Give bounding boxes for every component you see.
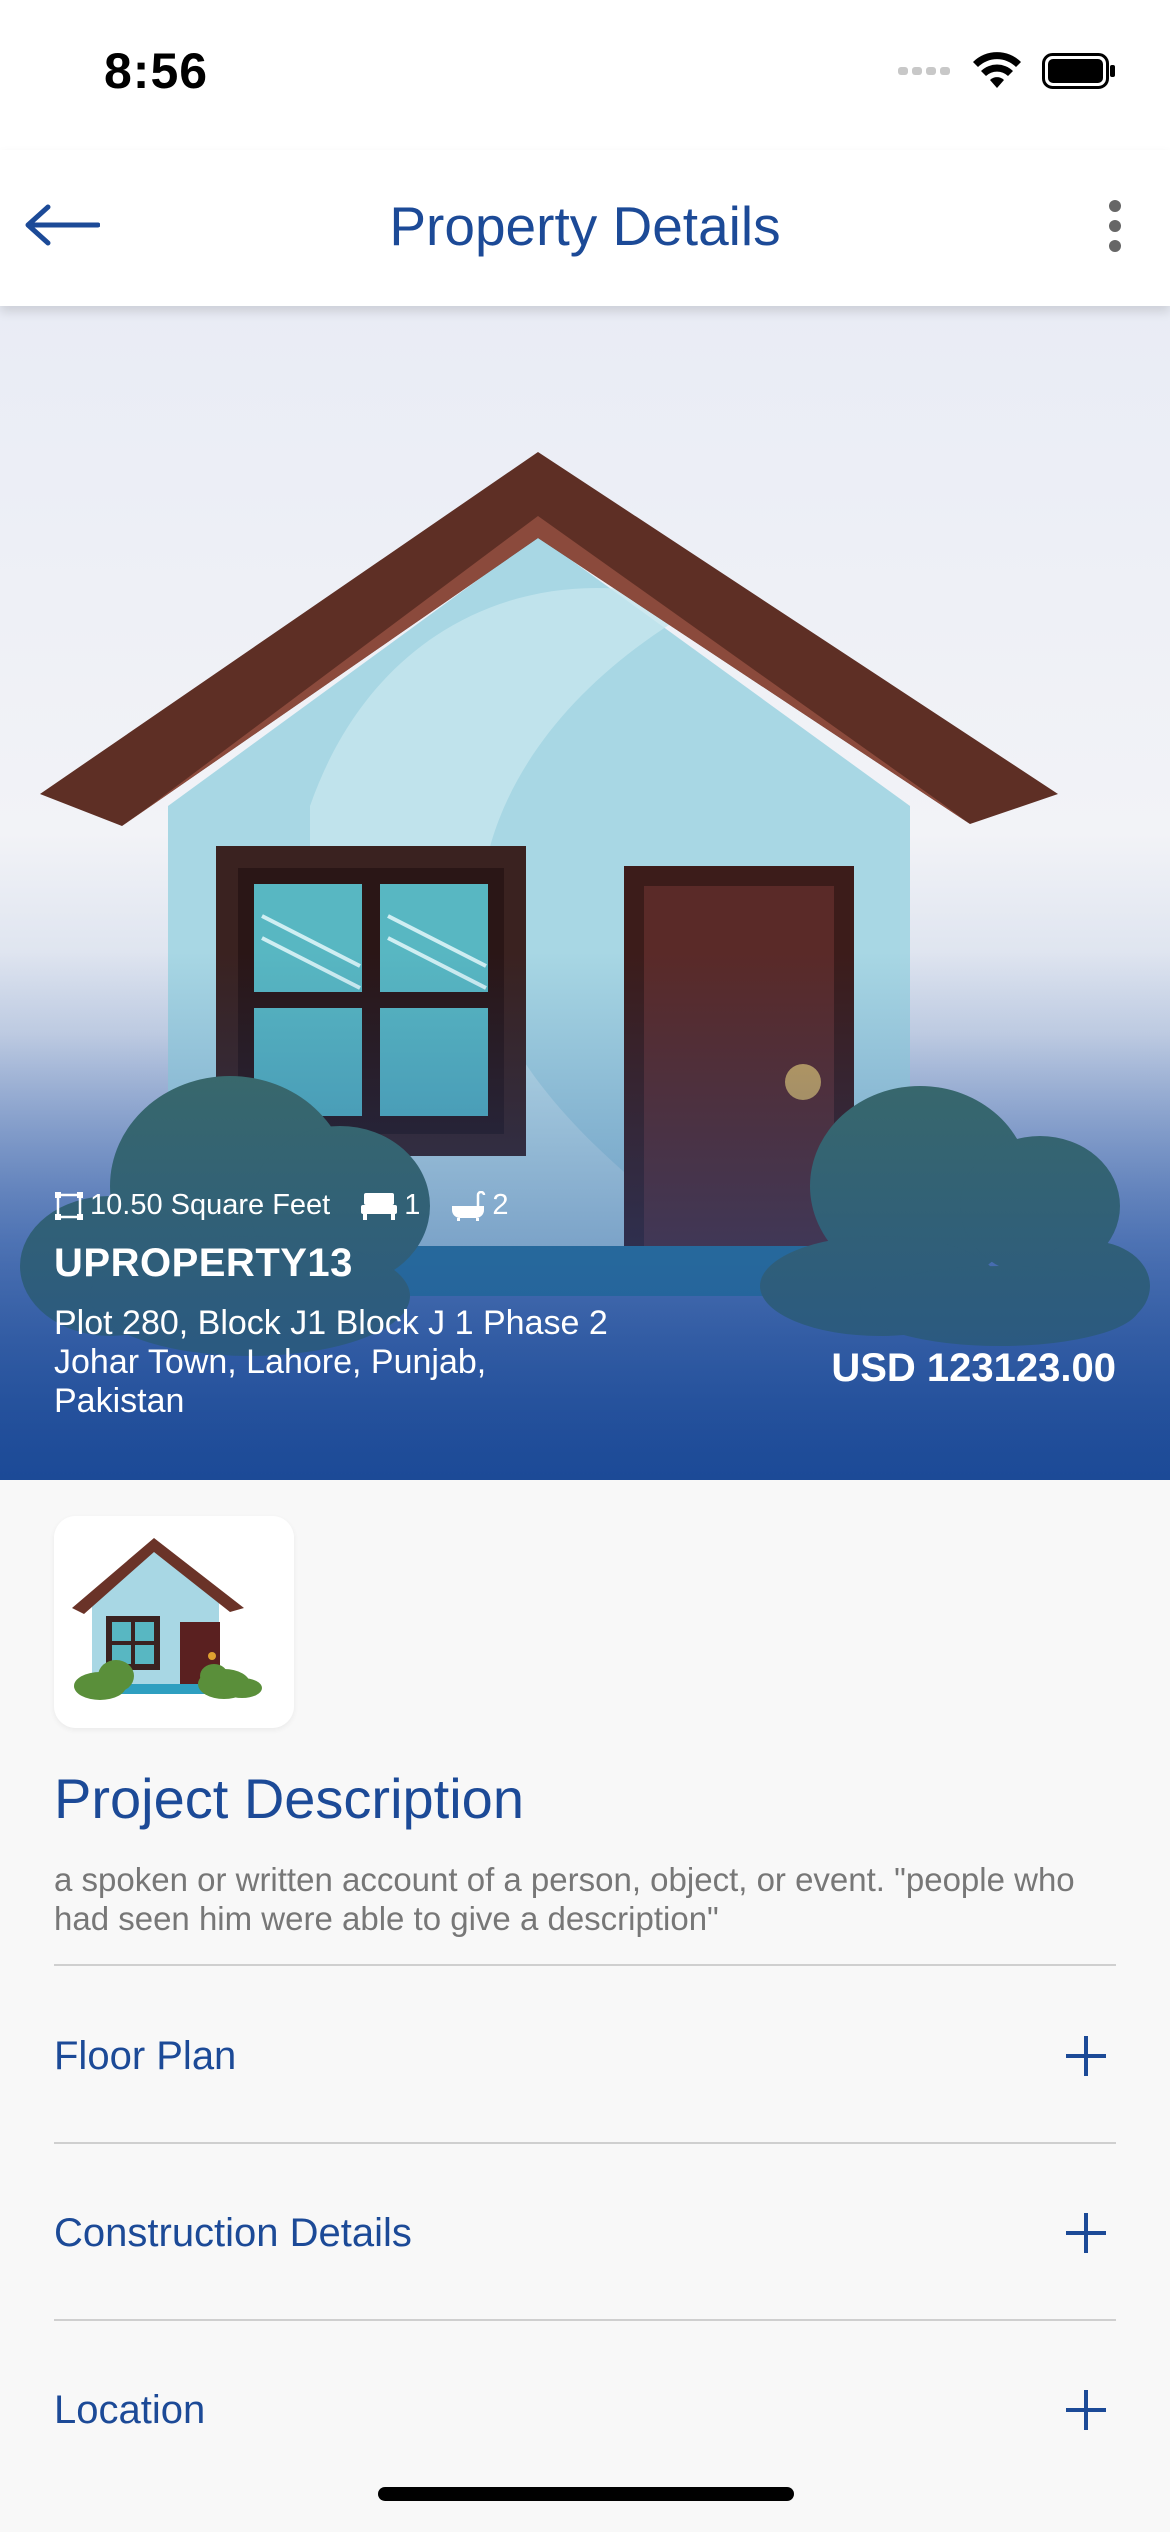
signal-icon xyxy=(898,67,950,75)
bathtub-icon xyxy=(452,1190,486,1221)
description-title: Project Description xyxy=(54,1767,524,1830)
property-name: UPROPERTY13 xyxy=(54,1241,353,1285)
status-time: 8:56 xyxy=(104,43,209,99)
area-value: 10.50 Square Feet xyxy=(90,1189,331,1221)
status-icons xyxy=(898,52,1116,90)
property-hero: 10.50 Square Feet 1 2 UPROPERTY13 Plot 2… xyxy=(0,306,1170,1480)
floor-plan-label: Floor Plan xyxy=(54,2033,237,2078)
location-section[interactable]: Location xyxy=(54,2365,1116,2455)
property-address: Plot 280, Block J1 Block J 1 Phase 2 Joh… xyxy=(54,1304,608,1420)
app-header: Property Details xyxy=(0,150,1170,306)
plus-icon[interactable] xyxy=(1066,2390,1106,2430)
home-indicator xyxy=(378,2487,794,2501)
description-text: a spoken or written account of a person,… xyxy=(54,1861,1075,1937)
property-price: USD 123123.00 xyxy=(831,1346,1116,1390)
bedrooms-stat: 1 xyxy=(360,1189,420,1222)
divider xyxy=(54,2142,1116,2144)
more-options-button[interactable] xyxy=(1100,196,1130,256)
area-stat: 10.50 Square Feet xyxy=(54,1189,330,1222)
property-stats: 10.50 Square Feet 1 2 xyxy=(54,1189,539,1222)
battery-icon xyxy=(1042,53,1115,89)
bedrooms-value: 1 xyxy=(404,1189,421,1221)
house-thumbnail-image xyxy=(54,1516,294,1728)
wifi-icon xyxy=(973,52,1021,88)
more-vertical-icon xyxy=(1109,200,1121,252)
divider xyxy=(54,1964,1116,1966)
divider xyxy=(54,2319,1116,2321)
plus-icon[interactable] xyxy=(1066,2213,1106,2253)
page-title: Property Details xyxy=(389,195,781,257)
property-thumbnail[interactable] xyxy=(54,1516,294,1728)
status-bar: 8:56 xyxy=(0,0,1170,150)
area-icon xyxy=(55,1191,83,1220)
location-label: Location xyxy=(54,2387,206,2432)
floor-plan-section[interactable]: Floor Plan xyxy=(54,2011,1116,2101)
bathrooms-stat: 2 xyxy=(450,1189,509,1222)
plus-icon[interactable] xyxy=(1066,2036,1106,2076)
construction-details-section[interactable]: Construction Details xyxy=(54,2188,1116,2278)
bathrooms-value: 2 xyxy=(492,1189,509,1221)
construction-details-label: Construction Details xyxy=(54,2210,412,2255)
bed-icon xyxy=(361,1192,398,1220)
